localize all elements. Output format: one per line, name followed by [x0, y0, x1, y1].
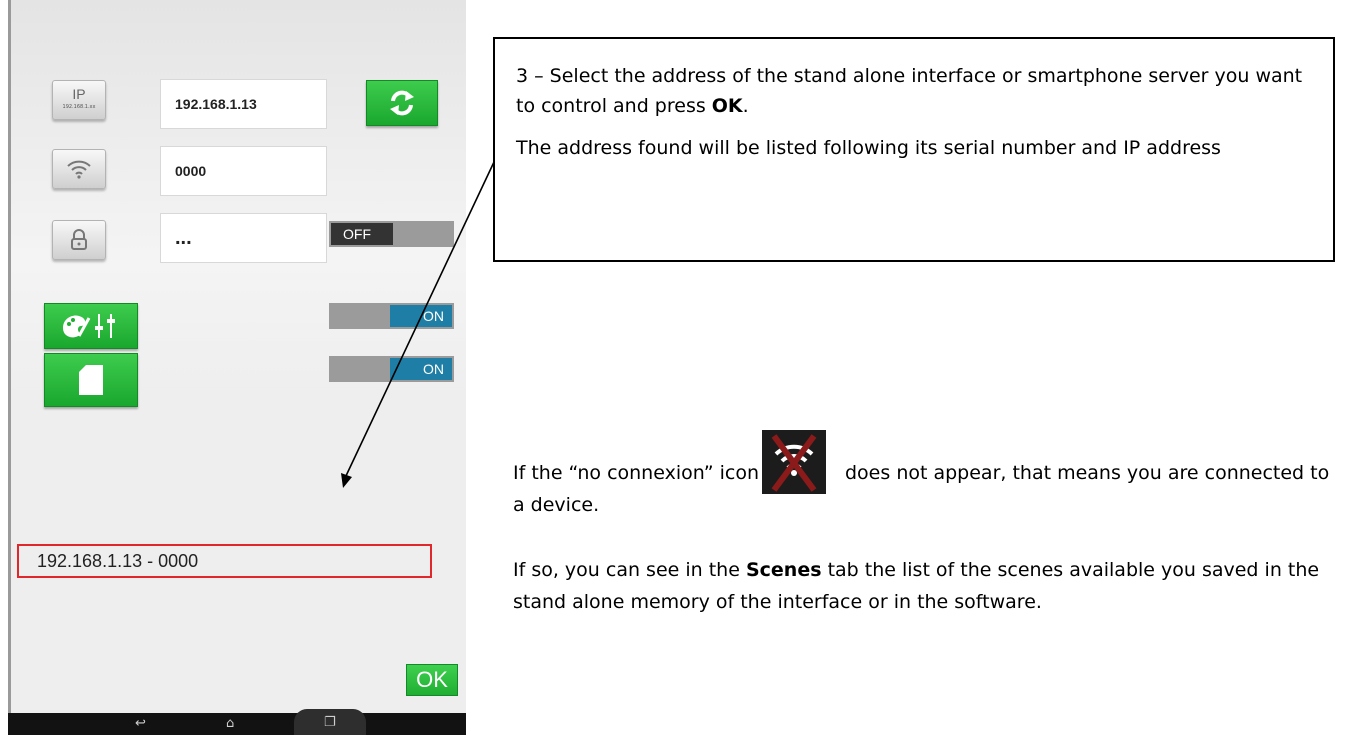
step-3-text: 3 – Select the address of the stand alon…: [516, 65, 1303, 117]
no-connection-note: If the “no connexion” icon does not appea…: [513, 462, 1330, 516]
no-connection-icon: [762, 430, 826, 494]
scenes-keyword: Scenes: [745, 559, 822, 581]
address-note: The address found will be listed followi…: [516, 137, 1221, 159]
ok-keyword: OK: [711, 95, 743, 117]
instruction-box: 3 – Select the address of the stand alon…: [493, 37, 1335, 262]
scenes-note: If so, you can see in the Scenes tab the…: [513, 559, 1320, 613]
